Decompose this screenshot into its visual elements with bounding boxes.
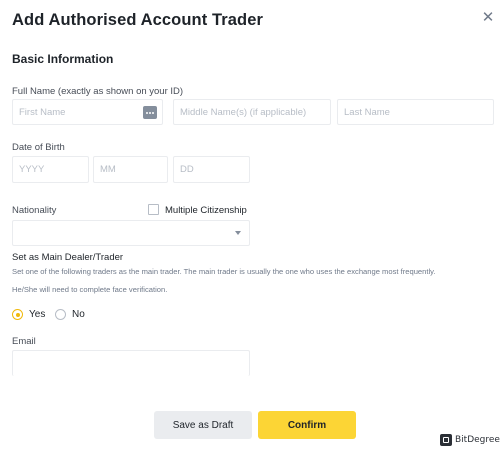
multiple-citizenship-label[interactable]: Multiple Citizenship (165, 205, 247, 216)
radio-yes-label[interactable]: Yes (29, 309, 45, 320)
chevron-down-icon (235, 231, 241, 235)
middle-name-input[interactable] (180, 106, 324, 118)
add-trader-modal: Add Authorised Account Trader ✕ Basic In… (0, 0, 500, 454)
radio-yes[interactable] (12, 309, 23, 320)
email-field[interactable] (12, 350, 250, 376)
email-label: Email (12, 336, 36, 347)
middle-name-field[interactable] (173, 99, 331, 125)
close-icon[interactable]: ✕ (480, 10, 496, 26)
dob-month-field[interactable] (93, 156, 168, 183)
main-trader-description-line1: Set one of the following traders as the … (12, 267, 436, 276)
first-name-field[interactable] (12, 99, 163, 125)
radio-no-label[interactable]: No (72, 309, 85, 320)
dob-day-field[interactable] (173, 156, 250, 183)
dob-year-field[interactable] (12, 156, 89, 183)
full-name-label: Full Name (exactly as shown on your ID) (12, 86, 184, 97)
modal-title: Add Authorised Account Trader (12, 11, 264, 29)
nationality-select[interactable] (12, 220, 250, 246)
bitdegree-logo-icon (440, 434, 452, 446)
last-name-field[interactable] (337, 99, 494, 125)
email-input[interactable] (19, 358, 243, 369)
dob-day-input[interactable] (180, 164, 243, 175)
dob-year-input[interactable] (19, 164, 82, 175)
confirm-button[interactable]: Confirm (258, 411, 356, 439)
save-draft-button[interactable]: Save as Draft (154, 411, 252, 439)
dob-label: Date of Birth (12, 142, 65, 153)
watermark-logo: BitDegree (440, 434, 500, 446)
main-trader-label: Set as Main Dealer/Trader (12, 252, 124, 263)
last-name-input[interactable] (344, 106, 487, 118)
section-title-basic-info: Basic Information (12, 52, 114, 66)
nationality-label: Nationality (12, 205, 57, 216)
multiple-citizenship-checkbox[interactable] (148, 204, 159, 215)
id-card-icon[interactable] (143, 106, 157, 119)
main-trader-description-line2: He/She will need to complete face verifi… (12, 285, 168, 294)
dob-month-input[interactable] (100, 164, 161, 175)
watermark-text: BitDegree (455, 435, 500, 445)
radio-no[interactable] (55, 309, 66, 320)
first-name-input[interactable] (19, 106, 156, 118)
